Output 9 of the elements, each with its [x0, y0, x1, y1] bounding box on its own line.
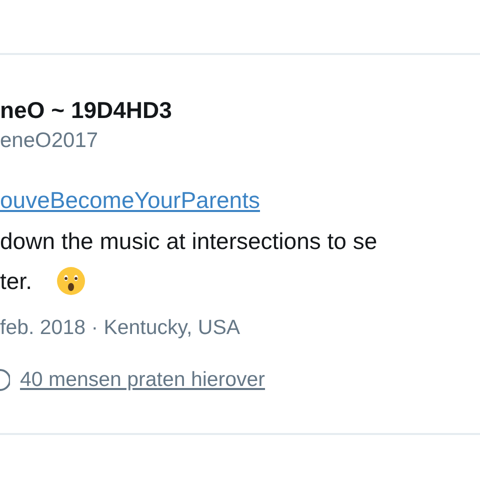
- conversation-link[interactable]: 40 mensen praten hierover: [20, 366, 266, 394]
- tweet-text: down the music at intersections to se: [0, 227, 378, 256]
- user-handle: eneO2017: [0, 128, 100, 154]
- display-name: neO ~ 19D4HD3: [0, 96, 173, 125]
- speech-bubble-icon[interactable]: [0, 368, 10, 392]
- astonished-emoji-icon: [56, 266, 86, 296]
- hashtag-link[interactable]: ouveBecomeYourParents: [0, 185, 260, 215]
- date-location: feb. 2018 · Kentucky, USA: [0, 315, 242, 341]
- tweet-text: ter.: [0, 267, 32, 296]
